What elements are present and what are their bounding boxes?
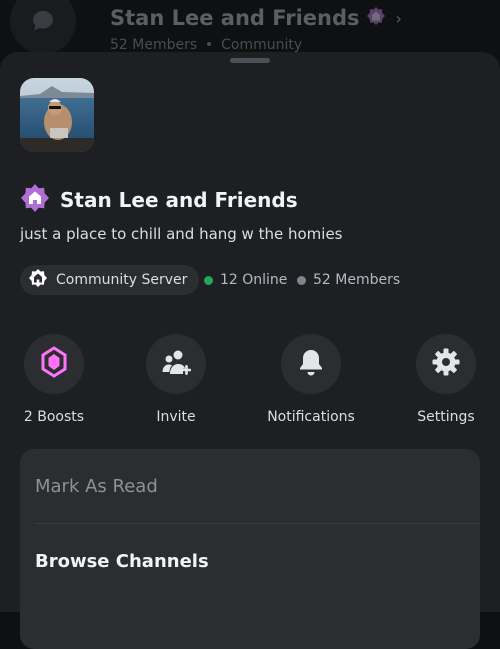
community-server-label: Community Server — [56, 272, 188, 288]
browse-channels-label: Browse Channels — [35, 550, 209, 572]
sheet-drag-handle[interactable] — [230, 58, 270, 63]
boost-icon — [41, 346, 67, 382]
invite-label: Invite — [156, 409, 196, 425]
server-description: just a place to chill and hang w the hom… — [20, 225, 343, 243]
online-status-dot — [204, 275, 213, 285]
server-menu-list: Mark As Read Browse Channels — [20, 449, 480, 649]
member-count-label: 52 Members — [313, 272, 401, 288]
notifications-label: Notifications — [267, 409, 355, 425]
server-name: Stan Lee and Friends — [60, 188, 298, 212]
background-member-count: 52 Members — [110, 37, 198, 53]
bell-icon — [298, 348, 324, 380]
community-server-chip[interactable]: Community Server — [20, 265, 200, 295]
settings-button[interactable]: Settings — [391, 334, 500, 425]
notifications-button[interactable]: Notifications — [256, 334, 366, 425]
mark-as-read-label: Mark As Read — [35, 475, 158, 497]
invite-icon — [161, 348, 192, 380]
boosts-button[interactable]: 2 Boosts — [0, 334, 109, 425]
chevron-right-icon: › — [395, 8, 402, 28]
browse-channels-item[interactable]: Browse Channels — [20, 524, 480, 598]
boosts-label: 2 Boosts — [23, 409, 85, 425]
background-community-label: Community — [221, 37, 303, 53]
background-channel-header: Stan Lee and Friends › 52 Members Communi… — [0, 0, 500, 60]
server-info-sheet: Stan Lee and Friends just a place to chi… — [0, 52, 500, 649]
invite-button[interactable]: Invite — [121, 334, 231, 425]
community-badge-icon — [366, 6, 386, 30]
background-server-title: Stan Lee and Friends — [110, 6, 360, 30]
online-count: 12 Online — [204, 265, 287, 295]
community-server-icon — [28, 268, 48, 292]
member-status-dot — [297, 275, 306, 285]
server-avatar[interactable] — [20, 78, 94, 152]
settings-label: Settings — [417, 409, 475, 425]
community-badge-icon — [20, 183, 50, 217]
member-count: 52 Members — [297, 265, 400, 295]
online-count-label: 12 Online — [220, 272, 288, 288]
server-chat-icon — [10, 0, 76, 54]
gear-icon — [431, 347, 461, 381]
mark-as-read-item[interactable]: Mark As Read — [20, 449, 480, 523]
